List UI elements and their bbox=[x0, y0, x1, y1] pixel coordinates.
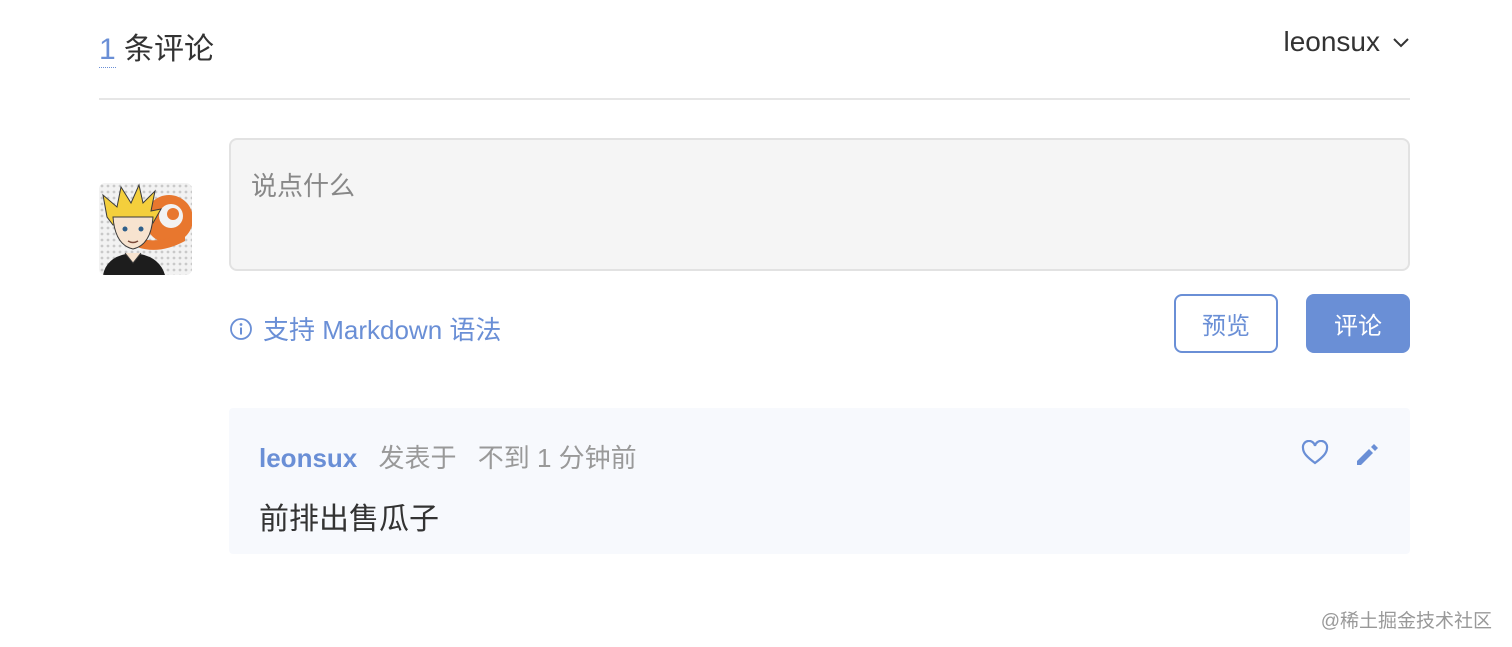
comment-author[interactable]: leonsux bbox=[259, 443, 357, 473]
comment-input[interactable]: 说点什么 bbox=[229, 138, 1410, 271]
user-menu[interactable]: leonsux bbox=[1283, 26, 1410, 58]
comment-count-number: 1 bbox=[99, 33, 116, 68]
markdown-hint-label[interactable]: 支持 Markdown 语法 bbox=[263, 310, 501, 347]
comment-meta: leonsux 发表于 不到 1 分钟前 bbox=[259, 438, 637, 475]
chevron-down-icon[interactable] bbox=[1392, 36, 1410, 48]
heart-icon[interactable] bbox=[1301, 440, 1329, 466]
comment-count: 1 条评论 bbox=[99, 24, 214, 68]
markdown-hint[interactable]: 支持 Markdown 语法 bbox=[229, 310, 501, 347]
comment-body: 前排出售瓜子 bbox=[259, 503, 439, 536]
watermark: @稀土掘金技术社区 bbox=[1320, 611, 1492, 632]
comment-count-label: 条评论 bbox=[124, 33, 215, 66]
comment-time: 不到 1 分钟前 bbox=[477, 443, 637, 473]
username[interactable]: leonsux bbox=[1283, 26, 1380, 58]
submit-comment-button[interactable]: 评论 bbox=[1306, 294, 1410, 353]
comment-action: 发表于 bbox=[378, 443, 457, 473]
preview-button[interactable]: 预览 bbox=[1174, 294, 1278, 353]
comment-input-placeholder: 说点什么 bbox=[251, 171, 356, 201]
pencil-icon[interactable] bbox=[1353, 440, 1381, 468]
comment-item: leonsux 发表于 不到 1 分钟前 前排出售瓜子 bbox=[229, 408, 1410, 554]
comments-header: 1 条评论 leonsux bbox=[99, 0, 1410, 100]
info-icon bbox=[230, 317, 252, 340]
avatar bbox=[99, 183, 192, 275]
